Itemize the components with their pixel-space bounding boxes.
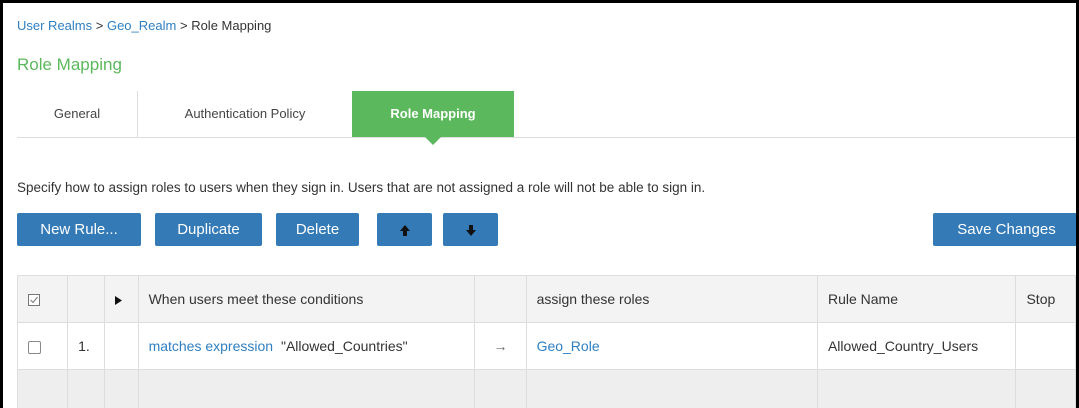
empty-cell	[474, 369, 527, 408]
row-rule-name: Allowed_Country_Users	[816, 322, 1017, 370]
description-text: Specify how to assign roles to users whe…	[17, 180, 706, 195]
breadcrumb-geo-realm[interactable]: Geo_Realm	[107, 18, 176, 33]
select-all-checkbox-icon[interactable]	[28, 294, 40, 307]
page-title: Role Mapping	[17, 55, 122, 74]
empty-cell	[137, 369, 476, 408]
arrow-up-icon	[399, 224, 410, 236]
stop-header: Stop	[1015, 275, 1076, 323]
roles-header: assign these roles	[525, 275, 818, 323]
condition-link[interactable]: matches expression	[149, 338, 274, 354]
tab-bar: General Authentication Policy Role Mappi…	[17, 91, 1076, 145]
role-link[interactable]: Geo_Role	[537, 338, 600, 354]
empty-cell	[67, 369, 105, 408]
breadcrumb: User Realms > Geo_Realm > Role Mapping	[17, 18, 271, 33]
row-role-cell: Geo_Role	[525, 322, 818, 370]
number-header	[67, 275, 105, 323]
row-checkbox[interactable]	[28, 340, 41, 354]
move-down-button[interactable]	[443, 213, 498, 246]
tab-authentication-policy[interactable]: Authentication Policy	[138, 91, 352, 137]
delete-button[interactable]: Delete	[276, 213, 359, 246]
right-arrow-icon: →	[474, 322, 527, 370]
row-stop-cell	[1015, 322, 1076, 370]
tab-role-mapping-label: Role Mapping	[390, 106, 476, 121]
row-checkbox-cell	[16, 322, 69, 370]
tab-general[interactable]: General	[17, 91, 138, 137]
row-number: 1.	[67, 322, 105, 370]
active-tab-caret-icon	[425, 137, 441, 145]
select-all-header[interactable]	[16, 275, 69, 323]
tab-role-mapping[interactable]: Role Mapping	[352, 91, 514, 145]
save-changes-button[interactable]: Save Changes	[933, 213, 1076, 246]
breadcrumb-user-realms[interactable]: User Realms	[17, 18, 92, 33]
empty-cell	[16, 369, 69, 408]
empty-cell	[816, 369, 1017, 408]
triangle-right-icon[interactable]	[114, 295, 122, 305]
breadcrumb-separator: >	[95, 18, 104, 33]
role-mapping-table: When users meet these conditions assign …	[16, 275, 1076, 408]
row-expand-cell	[103, 322, 139, 370]
app-frame: User Realms > Geo_Realm > Role Mapping R…	[0, 0, 1079, 408]
arrow-down-icon	[465, 224, 476, 236]
breadcrumb-current: Role Mapping	[191, 18, 272, 33]
duplicate-button[interactable]: Duplicate	[155, 213, 262, 246]
arrow-header	[474, 275, 527, 323]
new-rule-button[interactable]: New Rule...	[17, 213, 141, 246]
empty-cell	[525, 369, 818, 408]
breadcrumb-separator: >	[179, 18, 188, 33]
conditions-header: When users meet these conditions	[137, 275, 476, 323]
expand-header[interactable]	[103, 275, 139, 323]
move-up-button[interactable]	[377, 213, 432, 246]
condition-value: "Allowed_Countries"	[280, 338, 408, 354]
row-condition-cell: matches expression "Allowed_Countries"	[137, 322, 476, 370]
rule-name-header: Rule Name	[816, 275, 1017, 323]
empty-cell	[103, 369, 139, 408]
table-row-empty	[16, 369, 1076, 408]
table-header-row: When users meet these conditions assign …	[16, 275, 1076, 323]
empty-cell	[1015, 369, 1076, 408]
table-row: 1. matches expression "Allowed_Countries…	[16, 322, 1076, 370]
